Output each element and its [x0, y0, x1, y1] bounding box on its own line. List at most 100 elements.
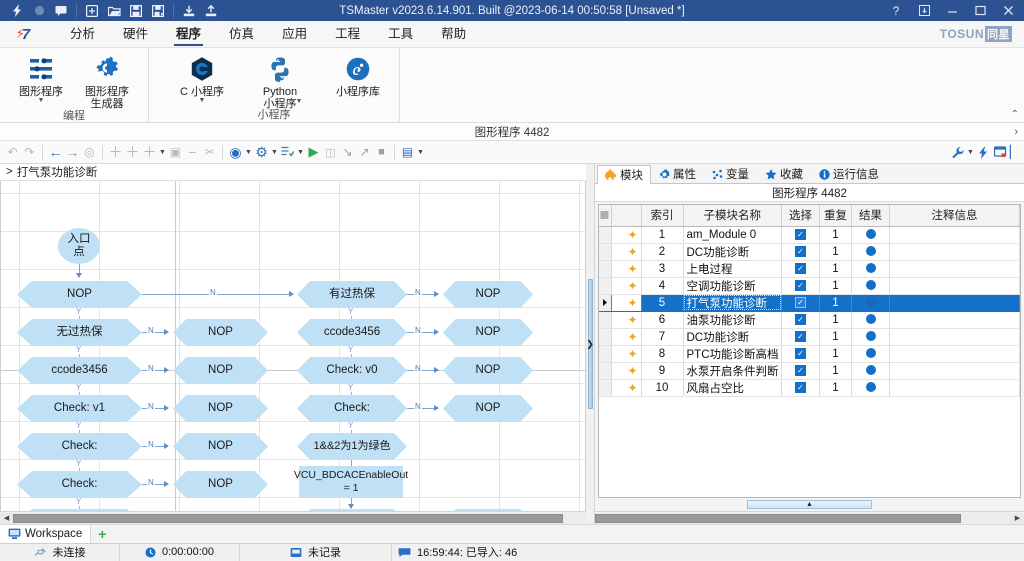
c-miniprogram-button[interactable]: C 小程序 ▼: [171, 51, 233, 104]
open-folder-icon[interactable]: [103, 1, 125, 20]
app-logo-icon[interactable]: ⚡ 7: [8, 23, 38, 45]
panel-horizontal-scrollbar[interactable]: ▶: [595, 511, 1024, 524]
row-gutter[interactable]: [599, 260, 612, 278]
status-message[interactable]: 16:59:44: 已导入: 46: [392, 544, 1024, 561]
redo-icon[interactable]: ↷: [21, 143, 38, 162]
flowchart-canvas[interactable]: N Y Y Y Y Y Y N N N N N Y Y Y Y N N N N …: [1, 181, 585, 511]
flow-node-nop-a[interactable]: NOP: [173, 319, 268, 346]
scroll-left-icon[interactable]: ◀: [0, 512, 13, 524]
row-gutter[interactable]: [599, 345, 612, 363]
flow-node-green-condition[interactable]: 1&&2为1为绿色: [297, 433, 407, 460]
row-select-checkbox[interactable]: ✓: [781, 311, 820, 329]
flow-node-nop-d[interactable]: NOP: [173, 433, 268, 460]
import-icon[interactable]: [178, 1, 200, 20]
row-comment[interactable]: [889, 379, 1020, 397]
scroll-right-icon[interactable]: ▶: [1011, 512, 1024, 524]
checkbox-icon[interactable]: ✓: [795, 279, 806, 291]
row-repeat[interactable]: 1: [819, 294, 852, 312]
tab-runinfo[interactable]: 运行信息: [811, 164, 887, 183]
menu-item-project[interactable]: 工程: [321, 21, 374, 48]
step-out-icon[interactable]: ↗: [356, 143, 373, 162]
checkbox-icon[interactable]: ✓: [795, 262, 806, 274]
stop-icon[interactable]: ■: [373, 143, 390, 162]
restore-down-button[interactable]: [910, 0, 938, 21]
table-header-index[interactable]: 索引: [641, 205, 684, 227]
flash-icon[interactable]: [975, 143, 992, 162]
table-row-selected[interactable]: ✦ 5 打气泵功能诊断 ✓ 1: [599, 294, 1020, 312]
maximize-button[interactable]: [966, 0, 994, 21]
flow-node-nop1[interactable]: NOP: [17, 281, 142, 308]
add-workspace-button[interactable]: +: [91, 526, 113, 542]
table-row[interactable]: ✦ 3 上电过程 ✓ 1: [599, 260, 1020, 278]
chevron-down-icon[interactable]: ▼: [158, 149, 167, 156]
copy-icon[interactable]: ▣: [167, 143, 184, 162]
resize-grip-icon[interactable]: ▲: [747, 500, 872, 509]
menu-item-tools[interactable]: 工具: [374, 21, 427, 48]
close-button[interactable]: [994, 0, 1022, 21]
row-name[interactable]: DC功能诊断: [683, 328, 782, 346]
row-repeat[interactable]: 1: [819, 311, 852, 329]
checkbox-icon[interactable]: ✓: [795, 228, 806, 240]
menu-item-analysis[interactable]: 分析: [56, 21, 109, 48]
row-gutter[interactable]: [599, 243, 612, 261]
more-icon[interactable]: ▏: [1009, 143, 1020, 162]
flow-node-no-overheat[interactable]: 无过热保: [17, 319, 142, 346]
table-header-result[interactable]: 结果: [851, 205, 890, 227]
flow-node-ccode3456-left[interactable]: ccode3456: [17, 357, 142, 384]
report-icon[interactable]: ▤: [399, 143, 416, 162]
miniprogram-library-button[interactable]: 小程序库: [327, 51, 389, 98]
tab-variables[interactable]: 变量: [704, 164, 757, 183]
history-icon[interactable]: ◎: [81, 143, 98, 162]
ribbon-collapse-button[interactable]: ⌃: [1011, 109, 1019, 120]
row-comment[interactable]: [889, 328, 1020, 346]
row-name[interactable]: am_Module 0: [683, 226, 782, 244]
remove-icon[interactable]: −: [184, 143, 201, 162]
flow-node-nop-c[interactable]: NOP: [173, 395, 268, 422]
row-select-checkbox[interactable]: ✓: [781, 379, 820, 397]
tab-favorites[interactable]: 收藏: [757, 164, 811, 183]
row-name[interactable]: 风扇占空比: [683, 379, 782, 397]
flow-node-nop-f[interactable]: NOP: [443, 281, 533, 308]
row-select-checkbox[interactable]: ✓: [781, 243, 820, 261]
checkbox-icon[interactable]: ✓: [795, 296, 806, 308]
menu-item-help[interactable]: 帮助: [427, 21, 480, 48]
checkbox-icon[interactable]: ✓: [795, 313, 806, 325]
row-name[interactable]: 上电过程: [683, 260, 782, 278]
row-name[interactable]: 打气泵功能诊断: [683, 294, 782, 312]
row-comment[interactable]: [889, 345, 1020, 363]
help-button[interactable]: ?: [882, 0, 910, 21]
row-repeat[interactable]: 1: [819, 277, 852, 295]
record-circle-icon[interactable]: [28, 1, 50, 20]
row-repeat[interactable]: 1: [819, 226, 852, 244]
flow-node-check-4[interactable]: Check:: [297, 395, 407, 422]
add-other-icon[interactable]: ＋: [141, 143, 158, 162]
canvas-horizontal-scrollbar[interactable]: ◀: [0, 511, 586, 524]
row-repeat[interactable]: 1: [819, 362, 852, 380]
pause-icon[interactable]: ◫: [322, 143, 339, 162]
checklist-icon[interactable]: [279, 143, 296, 162]
table-row[interactable]: ✦ 2 DC功能诊断 ✓ 1: [599, 243, 1020, 261]
table-row[interactable]: ✦ 1 am_Module 0 ✓ 1: [599, 226, 1020, 244]
flow-node-check-5[interactable]: Check:: [297, 509, 407, 511]
table-row[interactable]: ✦ 8 PTC功能诊断高档 ✓ 1: [599, 345, 1020, 363]
panel-resize-handle[interactable]: ▲: [595, 498, 1024, 511]
row-gutter[interactable]: [599, 226, 612, 244]
row-gutter[interactable]: [599, 311, 612, 329]
row-select-checkbox[interactable]: ✓: [781, 328, 820, 346]
tab-modules[interactable]: 模块: [597, 165, 651, 184]
breadcrumb-label[interactable]: 打气泵功能诊断: [17, 164, 98, 180]
settings-gear-icon[interactable]: ⚙: [253, 143, 270, 162]
flow-node-has-overheat[interactable]: 有过热保: [297, 281, 407, 308]
table-row[interactable]: ✦ 4 空调功能诊断 ✓ 1: [599, 277, 1020, 295]
flow-node-nop-g[interactable]: NOP: [443, 319, 533, 346]
panel-splitter[interactable]: ❯: [586, 164, 594, 524]
flow-node-nop-e[interactable]: NOP: [173, 471, 268, 498]
table-header-repeat[interactable]: 重复: [819, 205, 852, 227]
table-header-comment[interactable]: 注释信息: [889, 205, 1020, 227]
new-file-icon[interactable]: [81, 1, 103, 20]
row-repeat[interactable]: 1: [819, 328, 852, 346]
row-repeat[interactable]: 1: [819, 345, 852, 363]
row-name[interactable]: DC功能诊断: [683, 243, 782, 261]
row-gutter[interactable]: [599, 294, 612, 312]
menu-item-simulation[interactable]: 仿真: [215, 21, 268, 48]
